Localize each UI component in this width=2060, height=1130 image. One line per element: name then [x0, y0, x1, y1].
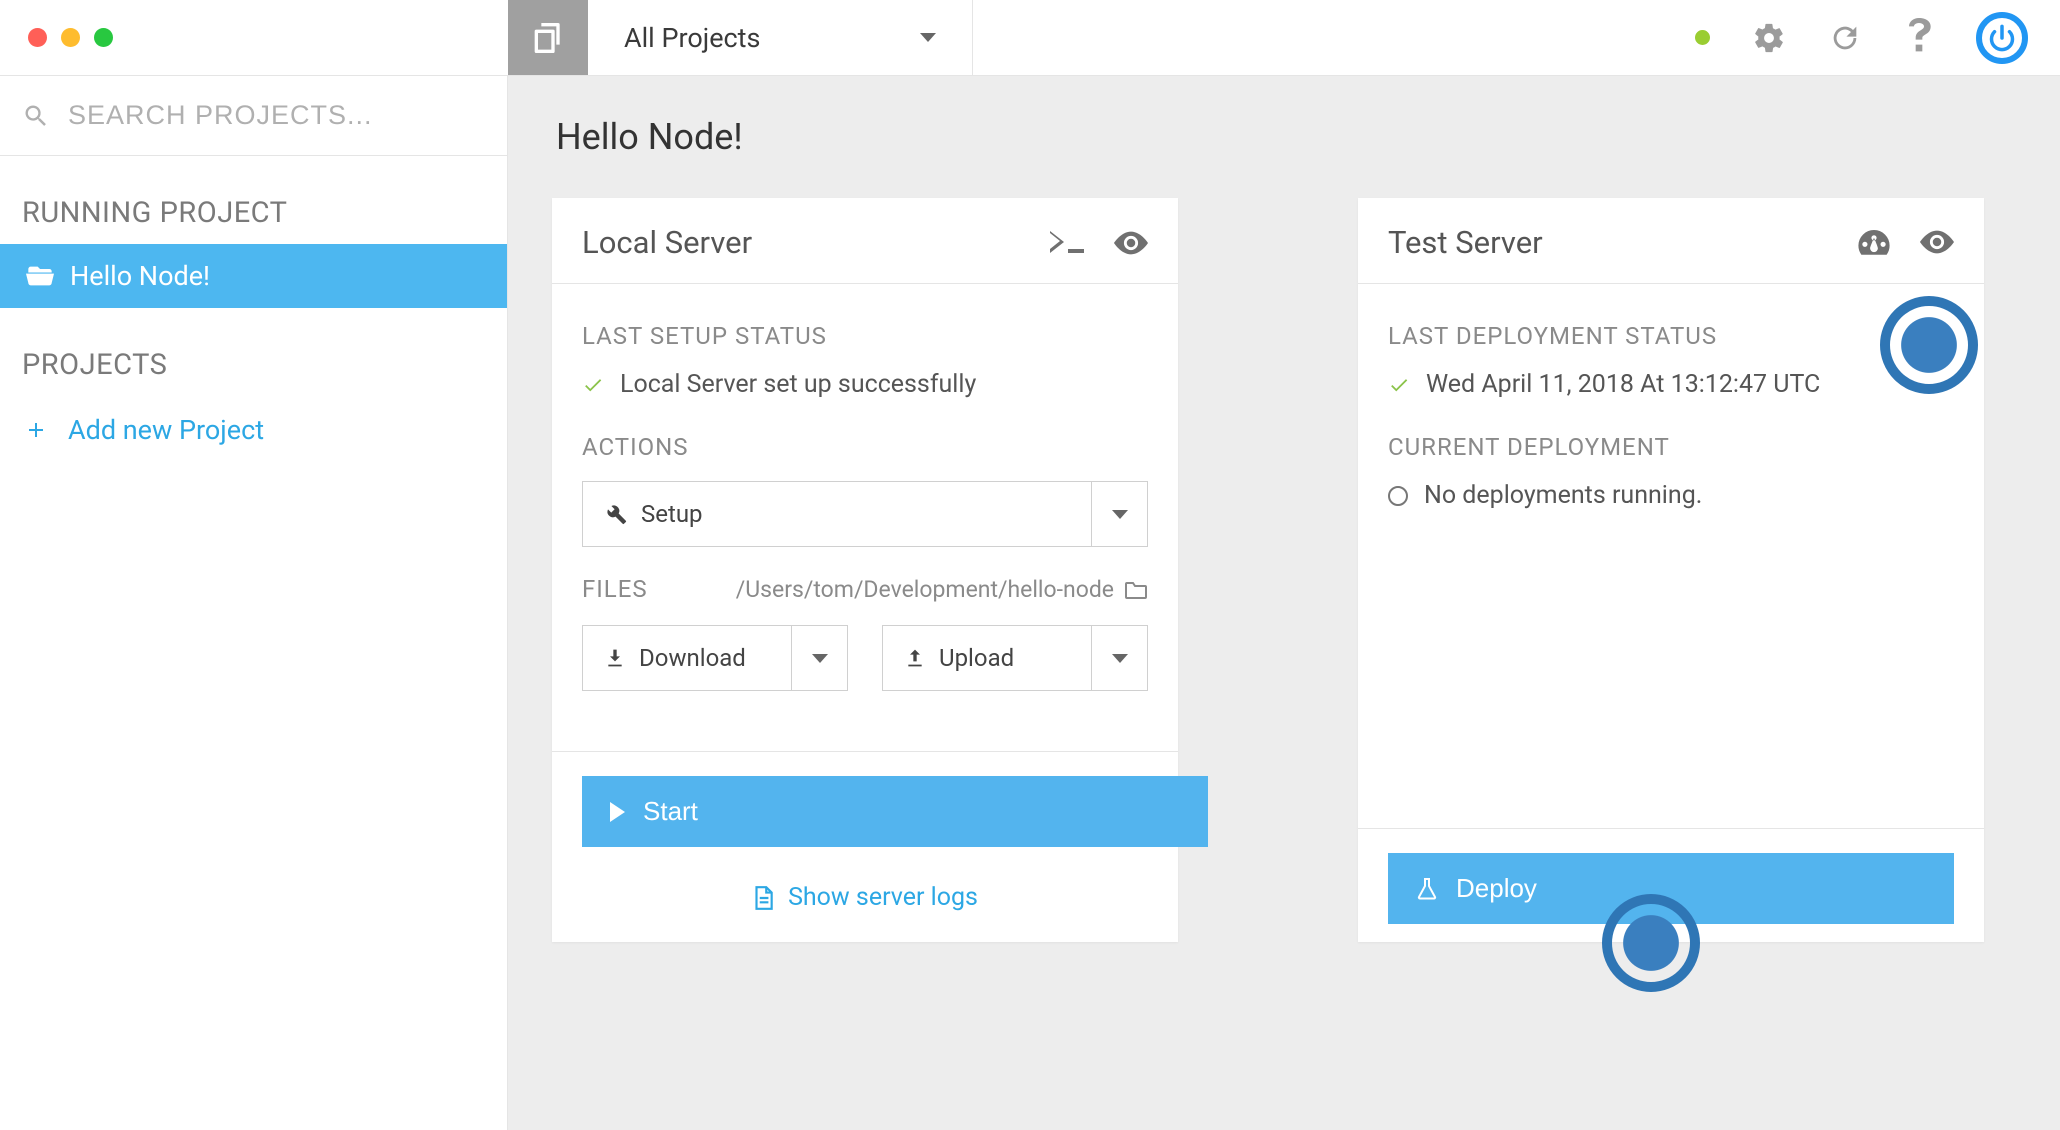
chevron-down-icon — [812, 654, 828, 663]
last-deploy-label: LAST DEPLOYMENT STATUS — [1388, 322, 1954, 350]
refresh-button[interactable] — [1828, 21, 1862, 55]
current-deploy-status: No deployments running. — [1388, 481, 1954, 510]
search-input[interactable] — [68, 100, 485, 131]
chevron-down-icon — [1112, 510, 1128, 519]
eye-icon — [1114, 231, 1148, 255]
deploy-button[interactable]: Deploy — [1388, 853, 1954, 924]
add-project-label: Add new Project — [68, 414, 264, 446]
sidebar-item-label: Hello Node! — [70, 260, 210, 292]
refresh-icon — [1828, 21, 1862, 55]
topbar: All Projects — [0, 0, 2060, 76]
search-row[interactable] — [0, 76, 507, 156]
document-icon — [752, 885, 774, 911]
setup-button-label: Setup — [641, 500, 703, 528]
folder-icon — [1124, 580, 1148, 600]
power-icon — [1988, 24, 2016, 52]
last-setup-label: LAST SETUP STATUS — [582, 322, 1148, 350]
download-icon — [605, 648, 625, 668]
show-server-logs-label: Show server logs — [788, 883, 978, 912]
download-button[interactable]: Download — [582, 625, 848, 691]
project-filter-select[interactable]: All Projects — [588, 0, 973, 75]
dashboard-button[interactable] — [1858, 230, 1890, 256]
zoom-window-icon[interactable] — [94, 28, 113, 47]
last-deploy-status: Wed April 11, 2018 At 13:12:47 UTC — [1388, 370, 1954, 399]
plus-icon — [24, 418, 48, 442]
card-title: Local Server — [582, 224, 752, 261]
actions-label: ACTIONS — [582, 433, 1148, 461]
window-controls — [0, 0, 508, 75]
search-icon — [22, 102, 50, 130]
current-deploy-status-text: No deployments running. — [1424, 481, 1702, 510]
last-deploy-status-text: Wed April 11, 2018 At 13:12:47 UTC — [1426, 370, 1820, 399]
status-indicator-icon — [1695, 30, 1710, 45]
play-icon — [610, 802, 625, 822]
upload-button[interactable]: Upload — [882, 625, 1148, 691]
check-icon — [582, 374, 604, 396]
question-icon — [1904, 18, 1934, 58]
setup-button-caret[interactable] — [1091, 482, 1147, 546]
card-header: Test Server — [1358, 198, 1984, 284]
files-label: FILES — [582, 575, 648, 603]
close-window-icon[interactable] — [28, 28, 47, 47]
test-server-card: Test Server LAST DEPLOYMENT STATUS — [1358, 198, 1984, 942]
show-server-logs-link[interactable]: Show server logs — [552, 865, 1178, 942]
download-button-label: Download — [639, 644, 746, 672]
projects-label: PROJECTS — [0, 308, 507, 396]
start-button-label: Start — [643, 796, 698, 827]
page-title: Hello Node! — [552, 116, 2016, 158]
current-deploy-label: CURRENT DEPLOYMENT — [1388, 433, 1954, 461]
eye-icon — [1920, 230, 1954, 254]
minimize-window-icon[interactable] — [61, 28, 80, 47]
terminal-icon — [1050, 231, 1084, 255]
help-button[interactable] — [1904, 18, 1934, 58]
content: Hello Node! Local Server — [508, 76, 2060, 1130]
last-setup-status: Local Server set up successfully — [582, 370, 1148, 399]
chevron-down-icon — [1112, 654, 1128, 663]
copy-stack-icon — [528, 18, 568, 58]
upload-button-label: Upload — [939, 644, 1014, 672]
view-button[interactable] — [1114, 231, 1148, 255]
card-title: Test Server — [1388, 224, 1543, 261]
upload-button-caret[interactable] — [1091, 626, 1147, 690]
project-filter-label: All Projects — [624, 22, 760, 54]
check-icon — [1388, 374, 1410, 396]
circle-icon — [1388, 486, 1408, 506]
running-project-label: RUNNING PROJECT — [0, 156, 507, 244]
start-button[interactable]: Start — [582, 776, 1208, 847]
download-button-caret[interactable] — [791, 626, 847, 690]
deploy-button-label: Deploy — [1456, 873, 1537, 904]
upload-icon — [905, 648, 925, 668]
folder-open-icon — [26, 262, 54, 290]
add-project-button[interactable]: Add new Project — [0, 396, 507, 464]
settings-button[interactable] — [1752, 21, 1786, 55]
projects-tab-button[interactable] — [508, 0, 588, 75]
setup-button[interactable]: Setup — [582, 481, 1148, 547]
flask-icon — [1416, 877, 1438, 901]
files-path: /Users/tom/Development/hello-node — [736, 576, 1148, 603]
power-button[interactable] — [1976, 12, 2028, 64]
view-button[interactable] — [1920, 230, 1954, 256]
last-setup-status-text: Local Server set up successfully — [620, 370, 976, 399]
wrench-icon — [605, 503, 627, 525]
gear-icon — [1752, 21, 1786, 55]
gauge-icon — [1858, 230, 1890, 256]
card-header: Local Server — [552, 198, 1178, 284]
local-server-card: Local Server LAST SETUP STATUS — [552, 198, 1178, 942]
terminal-button[interactable] — [1050, 231, 1084, 255]
chevron-down-icon — [920, 33, 936, 42]
sidebar-item-running[interactable]: Hello Node! — [0, 244, 507, 308]
topbar-right — [1695, 0, 2060, 75]
files-path-text: /Users/tom/Development/hello-node — [736, 576, 1114, 603]
sidebar: RUNNING PROJECT Hello Node! PROJECTS Add… — [0, 76, 508, 1130]
